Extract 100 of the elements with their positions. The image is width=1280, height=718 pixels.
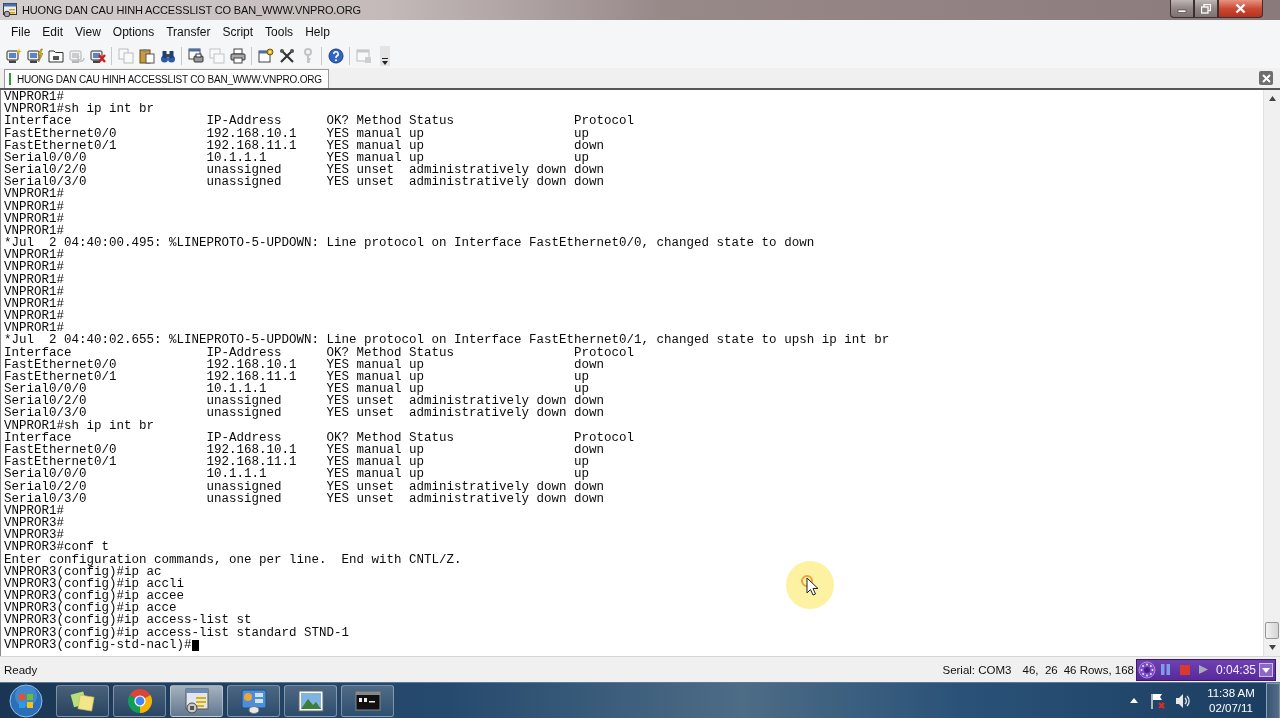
- monitor-bolt-icon: [26, 48, 43, 64]
- terminal-line: VNPROR1#: [4, 200, 64, 213]
- terminal-line: Interface IP-Address OK? Method Status Protocol: [4, 346, 635, 359]
- terminal-line: VNPROR3(config)#ip access-list standard STND-1: [4, 626, 350, 639]
- monitor-spark-icon: [5, 48, 22, 64]
- start-button[interactable]: [6, 683, 46, 718]
- minimize-button[interactable]: [1170, 0, 1194, 18]
- terminal-line: VNPROR1#: [4, 212, 64, 225]
- clock-date[interactable]: 02/07/11: [1209, 700, 1253, 716]
- terminal-line: Interface IP-Address OK? Method Status Protocol: [4, 115, 635, 128]
- menu-item[interactable]: Transfer: [160, 22, 217, 42]
- toolbar-overflow-button[interactable]: [380, 46, 390, 66]
- tricolor-circle-icon: [125, 686, 154, 715]
- menu-item[interactable]: Options: [106, 22, 161, 42]
- window-lines-icon: [3, 3, 17, 17]
- terminal-line: VNPROR3(config)#ip access-list st: [4, 614, 252, 627]
- terminal-line: *Jul 2 04:40:02.655: %LINEPROTO-5-UPDOWN: Line protocol on Interface FastEthernet0/1, changed state to upsh ip int br: [4, 334, 890, 347]
- triangle-up-icon: [1130, 696, 1138, 705]
- monitor-refresh-icon: [68, 48, 85, 64]
- terminal-line: VNPROR3(config-std-nacl)#: [4, 638, 192, 651]
- window-title: HUONG DAN CAU HINH ACCESSLIST CO BAN_WWW.VNPRO.ORG: [22, 4, 361, 16]
- help-icon: [327, 48, 344, 64]
- terminal-line: VNPROR1#: [4, 249, 64, 262]
- restore-icon: [1201, 3, 1211, 14]
- close-button[interactable]: [1218, 0, 1263, 18]
- terminal-line: VNPROR1#: [4, 188, 64, 201]
- terminal-line: Serial0/0/0 10.1.1.1 YES manual up up: [4, 151, 590, 165]
- taskbar-button[interactable]: [227, 684, 280, 717]
- terminal-line: FastEthernet0/1 192.168.11.1 YES manual up up: [4, 456, 590, 469]
- taskbar-button[interactable]: [170, 684, 223, 717]
- paste-icon: [138, 48, 155, 64]
- terminal-line: Serial0/3/0 unassigned YES unset administratively down down: [4, 492, 605, 505]
- terminal-line: Serial0/3/0 unassigned YES unset administratively down down: [4, 176, 605, 189]
- toolbar-button[interactable]: [325, 45, 346, 67]
- session-tab[interactable]: HUONG DAN CAU HINH ACCESSLIST CO BAN_WWW.VNPRO.ORG: [4, 69, 329, 88]
- monitor-x-icon: [89, 48, 106, 64]
- terminal-line: FastEthernet0/1 192.168.11.1 YES manual up up: [4, 370, 590, 384]
- flag-x-icon[interactable]: [1150, 692, 1166, 709]
- play-icon: [1199, 665, 1208, 674]
- terminal-line: FastEthernet0/0 192.168.10.1 YES manual up up: [4, 127, 590, 140]
- terminal-line: VNPROR1#: [4, 322, 64, 335]
- caret-down-icon: [381, 58, 389, 66]
- cursor-position: 46, 26: [1022, 663, 1058, 676]
- terminal-line: VNPROR3#conf t: [4, 541, 110, 554]
- terminal-line: VNPROR3#: [4, 517, 64, 530]
- menu-item[interactable]: Edit: [36, 22, 70, 42]
- terminal-line: Serial0/3/0 unassigned YES unset administratively down down: [4, 407, 605, 420]
- terminal-line: Serial0/2/0 unassigned YES unset administratively down down: [4, 480, 605, 493]
- close-icon: [1235, 3, 1246, 14]
- panel-mouse-icon: [239, 686, 268, 715]
- show-desktop-button[interactable]: [1266, 682, 1280, 718]
- elapsed-time: 0:04:35: [1216, 662, 1257, 677]
- taskbar-button[interactable]: [56, 684, 109, 717]
- binoculars-icon: [159, 48, 176, 64]
- window-square-icon: [355, 48, 372, 64]
- window-printer-icon: [187, 48, 204, 64]
- terminal-line: VNPROR1#: [4, 91, 64, 104]
- folder-monitor-icon: [47, 48, 64, 64]
- cursor-highlight-icon: [785, 560, 835, 610]
- menu-item[interactable]: Help: [299, 22, 336, 42]
- triangle-down-icon: [1268, 644, 1276, 651]
- toolbar-button[interactable]: [227, 45, 248, 67]
- pause-icon: [1160, 664, 1171, 675]
- terminal-line: VNPROR1#: [4, 285, 64, 298]
- terminal-line: VNPROR1#: [4, 504, 64, 517]
- speaker-icon[interactable]: [1175, 692, 1191, 709]
- taskbar-button[interactable]: [284, 684, 337, 717]
- terminal-line: VNPROR1#: [4, 261, 64, 274]
- stacked-pages-icon: [208, 48, 225, 64]
- window-lock-icon: [182, 686, 211, 715]
- menu-item[interactable]: Script: [216, 22, 260, 42]
- connection-status: Serial: COM3: [942, 663, 1012, 676]
- terminal-line: *Jul 2 04:40:00.495: %LINEPROTO-5-UPDOWN: Line protocol on Interface FastEthernet0/0, changed state to down: [4, 237, 815, 250]
- terminal-line: VNPROR1#: [4, 224, 64, 238]
- restore-button[interactable]: [1194, 0, 1218, 18]
- menu-item[interactable]: File: [5, 22, 37, 42]
- terminal-line: VNPROR1#: [4, 310, 64, 323]
- dotted-disc-icon: [1138, 660, 1156, 679]
- printer-icon: [229, 48, 246, 64]
- caret-down-icon: [1262, 665, 1270, 674]
- stop-icon: [1179, 664, 1190, 675]
- close-icon: [1261, 73, 1271, 83]
- terminal-line: VNPROR3(config)#ip accee: [4, 590, 185, 603]
- terminal-line: VNPROR1#: [4, 273, 64, 286]
- menu-item[interactable]: Tools: [259, 22, 300, 42]
- terminal-line: VNPROR3(config)#ip acce: [4, 602, 177, 615]
- terminal-line: Serial0/0/0 10.1.1.1 YES manual up up: [4, 383, 590, 396]
- recorder-menu-button[interactable]: [1259, 662, 1273, 677]
- taskbar-button[interactable]: [341, 684, 394, 717]
- copy-icon: [117, 48, 134, 64]
- close-tab-button[interactable]: [1259, 71, 1273, 85]
- terminal-line: Serial0/0/0 10.1.1.1 YES manual up up: [4, 468, 590, 481]
- terminal-size: 46 Rows, 168: [1063, 663, 1134, 676]
- menu-item[interactable]: View: [69, 22, 107, 42]
- clock-time[interactable]: 11:38 AM: [1207, 685, 1255, 701]
- scrollbar-thumb[interactable]: [1265, 622, 1279, 639]
- terminal-line: Serial0/2/0 unassigned YES unset administratively down down: [4, 164, 605, 177]
- triangle-up-icon: [1268, 95, 1276, 102]
- terminal-line: FastEthernet0/1 192.168.11.1 YES manual up down: [4, 139, 605, 152]
- taskbar-button[interactable]: [113, 684, 166, 717]
